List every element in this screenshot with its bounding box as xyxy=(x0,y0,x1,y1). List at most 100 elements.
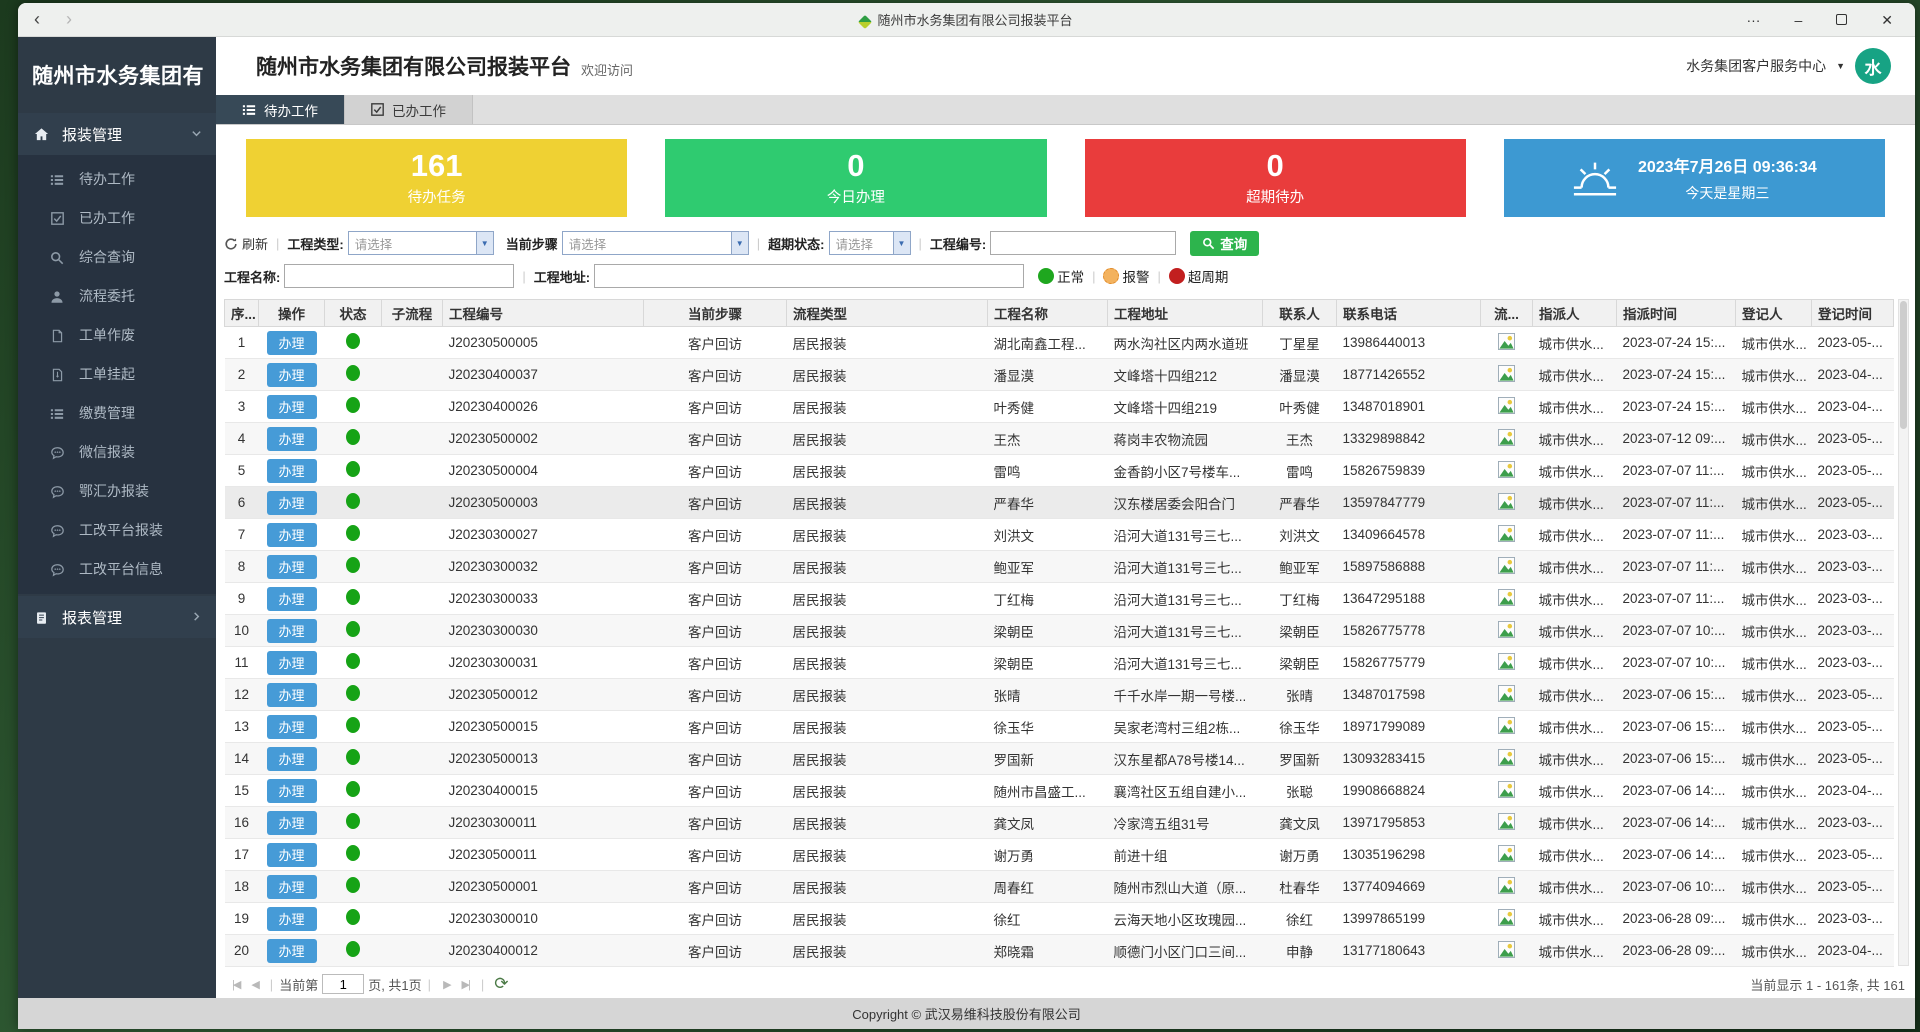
table-row[interactable]: 13办理J20230500015客户回访居民报装徐玉华吴家老湾村三组2栋...徐… xyxy=(225,711,1894,743)
user-menu[interactable]: 水务集团客户服务中心 xyxy=(1686,56,1826,76)
flow-chart-icon[interactable] xyxy=(1498,461,1515,481)
handle-button[interactable]: 办理 xyxy=(267,875,317,899)
flow-chart-icon[interactable] xyxy=(1498,653,1515,673)
sidebar-item[interactable]: 工改平台报装 xyxy=(18,510,216,549)
flow-chart-icon[interactable] xyxy=(1498,429,1515,449)
overdue-status-select[interactable]: 请选择▼ xyxy=(829,231,911,255)
tab-done-work[interactable]: 已办工作 xyxy=(345,95,473,124)
handle-button[interactable]: 办理 xyxy=(267,715,317,739)
project-type-select[interactable]: 请选择▼ xyxy=(348,231,494,255)
more-menu-icon[interactable]: ··· xyxy=(1746,13,1760,27)
table-row[interactable]: 6办理J20230500003客户回访居民报装严春华汉东楼居委会阳合门严春华13… xyxy=(225,487,1894,519)
handle-button[interactable]: 办理 xyxy=(267,619,317,643)
handle-button[interactable]: 办理 xyxy=(267,939,317,963)
table-row[interactable]: 1办理J20230500005客户回访居民报装湖北南鑫工程...两水沟社区内两水… xyxy=(225,327,1894,359)
table-row[interactable]: 15办理J20230400015客户回访居民报装随州市昌盛工...襄湾社区五组自… xyxy=(225,775,1894,807)
prev-page-icon[interactable]: ◀ xyxy=(251,978,257,991)
flow-chart-icon[interactable] xyxy=(1498,365,1515,385)
minimize-icon[interactable]: – xyxy=(1794,13,1802,27)
handle-button[interactable]: 办理 xyxy=(267,459,317,483)
project-name-input[interactable] xyxy=(284,264,514,288)
page-number-input[interactable] xyxy=(322,974,364,994)
flow-chart-icon[interactable] xyxy=(1498,333,1515,353)
flow-chart-icon[interactable] xyxy=(1498,397,1515,417)
table-row[interactable]: 16办理J20230300011客户回访居民报装龚文凤冷家湾五组31号龚文凤13… xyxy=(225,807,1894,839)
flow-chart-icon[interactable] xyxy=(1498,685,1515,705)
flow-chart-icon[interactable] xyxy=(1498,525,1515,545)
sidebar-item[interactable]: 工单挂起 xyxy=(18,354,216,393)
sidebar-item[interactable]: 流程委托 xyxy=(18,276,216,315)
search-button[interactable]: 查询 xyxy=(1190,231,1259,256)
flow-chart-icon[interactable] xyxy=(1498,813,1515,833)
table-row[interactable]: 9办理J20230300033客户回访居民报装丁红梅沿河大道131号三七...丁… xyxy=(225,583,1894,615)
flow-chart-icon[interactable] xyxy=(1498,749,1515,769)
sidebar-item[interactable]: 微信报装 xyxy=(18,432,216,471)
last-page-icon[interactable]: ▶| xyxy=(462,978,469,991)
card-today-done[interactable]: 0 今日办理 xyxy=(665,139,1046,217)
handle-button[interactable]: 办理 xyxy=(267,555,317,579)
table-row[interactable]: 14办理J20230500013客户回访居民报装罗国新汉东星都A78号楼14..… xyxy=(225,743,1894,775)
table-row[interactable]: 4办理J20230500002客户回访居民报装王杰蒋岗丰农物流园王杰133298… xyxy=(225,423,1894,455)
project-addr-input[interactable] xyxy=(594,264,1024,288)
table-row[interactable]: 12办理J20230500012客户回访居民报装张晴千千水岸一期一号楼...张晴… xyxy=(225,679,1894,711)
handle-button[interactable]: 办理 xyxy=(267,683,317,707)
handle-button[interactable]: 办理 xyxy=(267,811,317,835)
table-scrollbar[interactable] xyxy=(1898,299,1909,966)
flow-chart-icon[interactable] xyxy=(1498,941,1515,961)
flow-chart-icon[interactable] xyxy=(1498,557,1515,577)
sidebar-item[interactable]: 综合查询 xyxy=(18,237,216,276)
handle-button[interactable]: 办理 xyxy=(267,779,317,803)
handle-button[interactable]: 办理 xyxy=(267,747,317,771)
sidebar-item[interactable]: 已办工作 xyxy=(18,198,216,237)
handle-button[interactable]: 办理 xyxy=(267,427,317,451)
table-row[interactable]: 5办理J20230500004客户回访居民报装雷鸣金香韵小区7号楼车...雷鸣1… xyxy=(225,455,1894,487)
flow-chart-icon[interactable] xyxy=(1498,909,1515,929)
first-page-icon[interactable]: |◀ xyxy=(232,978,239,991)
avatar[interactable]: 水 xyxy=(1855,48,1891,84)
tab-pending-work[interactable]: 待办工作 xyxy=(216,95,345,124)
next-page-icon[interactable]: ▶ xyxy=(443,978,449,991)
table-row[interactable]: 10办理J20230300030客户回访居民报装梁朝臣沿河大道131号三七...… xyxy=(225,615,1894,647)
scrollbar-thumb[interactable] xyxy=(1900,301,1907,429)
refresh-icon[interactable] xyxy=(224,235,238,251)
table-row[interactable]: 3办理J20230400026客户回访居民报装叶秀健文峰塔十四组219叶秀健13… xyxy=(225,391,1894,423)
flow-chart-icon[interactable] xyxy=(1498,845,1515,865)
table-row[interactable]: 11办理J20230300031客户回访居民报装梁朝臣沿河大道131号三七...… xyxy=(225,647,1894,679)
handle-button[interactable]: 办理 xyxy=(267,331,317,355)
handle-button[interactable]: 办理 xyxy=(267,907,317,931)
table-row[interactable]: 19办理J20230300010客户回访居民报装徐红云海天地小区玫瑰园...徐红… xyxy=(225,903,1894,935)
handle-button[interactable]: 办理 xyxy=(267,395,317,419)
handle-button[interactable]: 办理 xyxy=(267,523,317,547)
flow-chart-icon[interactable] xyxy=(1498,621,1515,641)
table-row[interactable]: 20办理J20230400012客户回访居民报装郑晓霜顺德门小区门口三间...申… xyxy=(225,935,1894,967)
sidebar-item-baozhuang-guanli[interactable]: 报装管理 xyxy=(18,113,216,155)
refresh-label[interactable]: 刷新 xyxy=(242,234,268,253)
maximize-icon[interactable] xyxy=(1836,14,1847,25)
close-icon[interactable]: ✕ xyxy=(1881,13,1893,27)
sidebar-item[interactable]: 待办工作 xyxy=(18,159,216,198)
handle-button[interactable]: 办理 xyxy=(267,843,317,867)
flow-chart-icon[interactable] xyxy=(1498,493,1515,513)
sidebar-item[interactable]: 缴费管理 xyxy=(18,393,216,432)
sidebar-item[interactable]: 鄂汇办报装 xyxy=(18,471,216,510)
flow-chart-icon[interactable] xyxy=(1498,781,1515,801)
handle-button[interactable]: 办理 xyxy=(267,651,317,675)
flow-chart-icon[interactable] xyxy=(1498,589,1515,609)
table-row[interactable]: 7办理J20230300027客户回访居民报装刘洪文沿河大道131号三七...刘… xyxy=(225,519,1894,551)
project-code-input[interactable] xyxy=(990,231,1176,255)
card-pending-tasks[interactable]: 161 待办任务 xyxy=(246,139,627,217)
forward-arrow-icon[interactable]: › xyxy=(66,9,72,30)
back-arrow-icon[interactable]: ‹ xyxy=(34,9,40,30)
handle-button[interactable]: 办理 xyxy=(267,587,317,611)
table-row[interactable]: 8办理J20230300032客户回访居民报装鲍亚军沿河大道131号三七...鲍… xyxy=(225,551,1894,583)
flow-chart-icon[interactable] xyxy=(1498,717,1515,737)
sidebar-item[interactable]: 工改平台信息 xyxy=(18,549,216,588)
flow-chart-icon[interactable] xyxy=(1498,877,1515,897)
sidebar-item-baobiao-guanli[interactable]: 报表管理 xyxy=(18,596,216,638)
card-overdue[interactable]: 0 超期待办 xyxy=(1085,139,1466,217)
reload-table-icon[interactable]: ⟳ xyxy=(494,974,508,994)
table-row[interactable]: 18办理J20230500001客户回访居民报装周春红随州市烈山大道（原...杜… xyxy=(225,871,1894,903)
current-step-select[interactable]: 请选择▼ xyxy=(562,231,749,255)
sidebar-item[interactable]: 工单作废 xyxy=(18,315,216,354)
table-row[interactable]: 17办理J20230500011客户回访居民报装谢万勇前进十组谢万勇130351… xyxy=(225,839,1894,871)
